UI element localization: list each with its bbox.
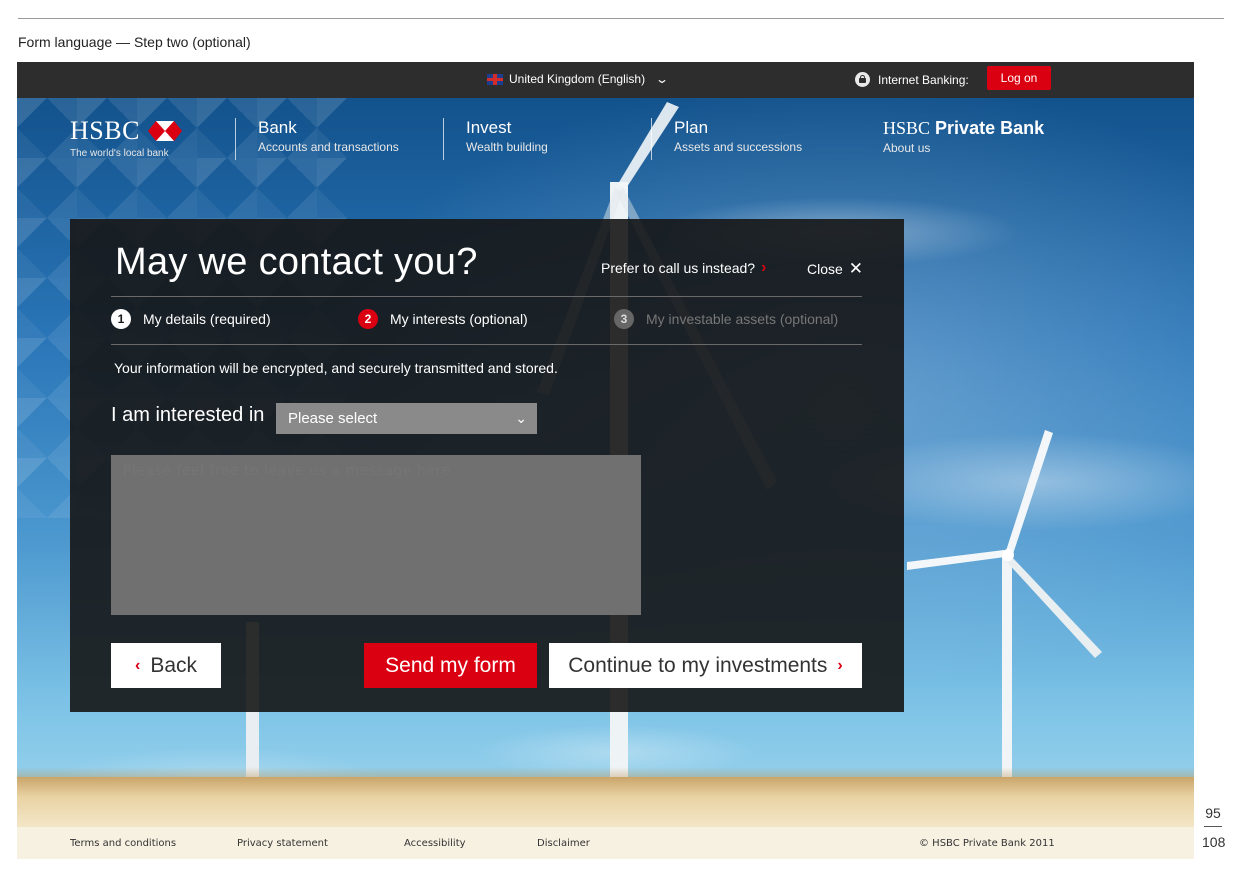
region-label: United Kingdom (English) bbox=[509, 72, 646, 86]
footer-link-accessibility[interactable]: Accessibility bbox=[404, 838, 466, 849]
internet-banking-label: Internet Banking: bbox=[878, 72, 969, 87]
footer-link-privacy[interactable]: Privacy statement bbox=[237, 838, 328, 849]
chevron-right-icon: › bbox=[837, 656, 843, 674]
hsbc-hexagon-icon bbox=[147, 121, 182, 141]
interest-label: I am interested in bbox=[111, 404, 265, 426]
step-label: My interests (optional) bbox=[390, 311, 528, 327]
page-number: 95 108 bbox=[1202, 804, 1226, 851]
chevron-down-icon: ⌄ bbox=[515, 410, 527, 426]
security-notice: Your information will be encrypted, and … bbox=[114, 360, 558, 376]
hsbc-logo[interactable]: HSBC The world's local bank bbox=[70, 116, 182, 159]
nav-item-invest[interactable]: Invest Wealth building bbox=[443, 118, 548, 160]
background-field bbox=[17, 777, 1194, 827]
nav-item-title: Invest bbox=[466, 118, 512, 137]
nav-item-title: Plan bbox=[674, 118, 709, 137]
internet-banking: Internet Banking: bbox=[855, 72, 969, 87]
nav-item-bank[interactable]: Bank Accounts and transactions bbox=[235, 118, 399, 160]
step-number-badge: 3 bbox=[614, 309, 634, 329]
step-label: My details (required) bbox=[143, 311, 271, 327]
contact-modal: May we contact you? Prefer to call us in… bbox=[70, 219, 904, 712]
page-current: 95 bbox=[1205, 805, 1221, 821]
step-label: My investable assets (optional) bbox=[646, 311, 839, 327]
step-1[interactable]: 1 My details (required) bbox=[111, 309, 271, 329]
close-label: Close bbox=[807, 261, 843, 277]
private-bank-title: Private Bank bbox=[935, 118, 1045, 138]
nav-item-subtitle: Wealth building bbox=[466, 140, 548, 154]
close-button[interactable]: Close ✕ bbox=[807, 259, 863, 279]
page-number-divider bbox=[1204, 826, 1222, 827]
region-selector[interactable]: United Kingdom (English) ⌄ bbox=[487, 72, 670, 86]
lock-icon bbox=[855, 72, 870, 87]
logo-wordmark: HSBC bbox=[70, 116, 140, 145]
screenshot-frame: United Kingdom (English) ⌄ Internet Bank… bbox=[17, 62, 1194, 859]
footer-link-terms[interactable]: Terms and conditions bbox=[70, 838, 176, 849]
log-on-button[interactable]: Log on bbox=[987, 66, 1051, 90]
interest-select-value: Please select bbox=[288, 410, 378, 427]
nav-item-title: Bank bbox=[258, 118, 297, 137]
document-caption: Form language — Step two (optional) bbox=[18, 34, 251, 50]
footer-copyright: © HSBC Private Bank 2011 bbox=[919, 838, 1055, 849]
document-top-rule bbox=[18, 18, 1224, 19]
step-number-badge: 2 bbox=[358, 309, 378, 329]
call-us-label: Prefer to call us instead? bbox=[601, 260, 756, 276]
step-3[interactable]: 3 My investable assets (optional) bbox=[614, 309, 838, 329]
footer-link-disclaimer[interactable]: Disclaimer bbox=[537, 838, 590, 849]
close-icon: ✕ bbox=[848, 259, 864, 278]
chevron-down-icon: ⌄ bbox=[655, 72, 670, 86]
call-us-link[interactable]: Prefer to call us instead? › bbox=[601, 259, 766, 277]
nav-item-plan[interactable]: Plan Assets and successions bbox=[651, 118, 802, 160]
step-2[interactable]: 2 My interests (optional) bbox=[358, 309, 528, 329]
divider bbox=[111, 296, 862, 297]
nav-item-subtitle: Assets and successions bbox=[674, 140, 803, 154]
modal-title: May we contact you? bbox=[115, 241, 478, 283]
chevron-left-icon: ‹ bbox=[134, 656, 141, 674]
private-bank-brand: HSBC bbox=[883, 118, 931, 138]
divider bbox=[111, 344, 862, 345]
send-form-button[interactable]: Send my form bbox=[364, 643, 537, 688]
back-button[interactable]: ‹ Back bbox=[111, 643, 221, 688]
page-total: 108 bbox=[1202, 834, 1226, 850]
continue-label: Continue to my investments bbox=[568, 653, 828, 677]
utility-bar: United Kingdom (English) ⌄ Internet Bank… bbox=[17, 62, 1194, 98]
step-number-badge: 1 bbox=[111, 309, 131, 329]
private-bank-subtitle: About us bbox=[883, 141, 931, 155]
interest-select[interactable]: Please select ⌄ bbox=[276, 403, 537, 434]
back-label: Back bbox=[150, 653, 197, 677]
uk-flag-icon bbox=[487, 73, 503, 85]
footer: Terms and conditions Privacy statement A… bbox=[17, 827, 1194, 859]
continue-button[interactable]: Continue to my investments › bbox=[549, 643, 862, 688]
nav-item-private-bank[interactable]: HSBC Private Bank About us bbox=[883, 118, 1044, 155]
message-textarea[interactable] bbox=[111, 455, 641, 615]
logo-tagline: The world's local bank bbox=[70, 148, 169, 159]
chevron-right-icon: › bbox=[761, 259, 767, 276]
nav-item-subtitle: Accounts and transactions bbox=[258, 140, 399, 154]
